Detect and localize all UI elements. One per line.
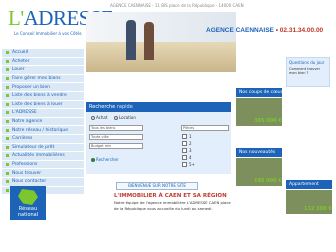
nav-item[interactable]: Nous trouver [2, 169, 84, 178]
rooms-checkbox-label: 1 [189, 134, 192, 139]
nav-item[interactable]: Proposer un bien [2, 83, 84, 92]
nav-item-label: Carrières [12, 136, 33, 142]
agency-name: AGENCE CAENNAISE • 02.31.34.00.00 [206, 27, 324, 34]
nav-item-label: Simulateur de prêt [12, 144, 55, 150]
nav-item-label: Louer [12, 67, 25, 73]
bullet-icon [6, 111, 9, 115]
bullet-icon [6, 120, 9, 124]
top-info: AGENCE CAENNAISE - 11 BIS place de la Ré… [110, 3, 244, 8]
property-type-select[interactable]: Tous les biens [89, 125, 143, 131]
nav-item[interactable]: Liste des biens à louer [2, 100, 84, 110]
bullet-icon [6, 128, 9, 132]
rooms-checkbox[interactable] [182, 155, 187, 160]
page: L'ADRESSE Le Conseil Immobilier à vos Cô… [0, 0, 336, 252]
bullet-icon [6, 94, 9, 98]
card-price: 195 000 € [254, 178, 282, 184]
bullet-icon [6, 77, 9, 81]
card-header[interactable]: Nos coups de cœur [236, 88, 282, 97]
nav-item-label: Liste des biens à vendre [12, 93, 67, 99]
nav-item-label: L'ADRESSE [12, 110, 37, 116]
rooms-checkbox-label: 4 [189, 155, 192, 160]
nav-item-label: Notre agence [12, 119, 43, 125]
bullet-icon [6, 180, 9, 184]
nav-item[interactable]: Louer [2, 66, 84, 75]
nav-item-label: Faire gérer mes biens [12, 76, 61, 82]
bullet-icon [6, 85, 9, 89]
nav-item[interactable]: Acheter [2, 57, 84, 67]
bullet-icon [6, 137, 9, 141]
nav-item-label: Nous contacter [12, 179, 47, 185]
card-header[interactable]: Nos nouveautés [236, 148, 282, 157]
bullet-icon [6, 51, 9, 55]
nav-item[interactable]: Faire gérer mes biens [2, 74, 84, 84]
nav-item-label: Accueil [12, 50, 29, 56]
rooms-checkbox[interactable] [182, 141, 187, 146]
nav-item[interactable]: Professions [2, 160, 84, 170]
card-price: 112 300 € [304, 206, 332, 212]
card-price: 385 000 € [254, 118, 282, 124]
rooms-select[interactable]: Pièces [181, 125, 229, 131]
network-sticker[interactable]: Réseau national [10, 186, 46, 220]
rooms-checkbox[interactable] [182, 134, 187, 139]
sidebar-nav: Accueil Acheter Louer Faire gérer mes biens… [2, 49, 84, 196]
bullet-icon [6, 102, 9, 106]
card-header[interactable]: Appartement [286, 180, 332, 189]
nav-item[interactable]: Simulateur de prêt [2, 143, 84, 153]
header-photo [86, 12, 236, 72]
nav-item[interactable]: Notre réseau / historique [2, 126, 84, 135]
option-rent[interactable]: Location [114, 115, 136, 120]
brand-tagline: Le Conseil Immobilier à vos Côtés [14, 31, 82, 36]
agency-phone: • 02.31.34.00.00 [275, 27, 324, 34]
nav-item-label: Actualités immobilières [12, 153, 65, 159]
bullet-icon [6, 59, 9, 63]
welcome-intro: Notre équipe de l'agence immobilière L'A… [114, 200, 231, 211]
search-title: Recherche rapide [86, 102, 231, 112]
rooms-checkbox[interactable] [182, 162, 187, 167]
nav-item[interactable]: Liste des biens à vendre [2, 91, 84, 101]
bullet-icon [6, 171, 9, 175]
nav-item[interactable]: Carrières [2, 134, 84, 144]
option-buy[interactable]: Achat [91, 115, 107, 120]
questions-title: Questions du jour [289, 60, 325, 65]
rooms-checkbox-label: 5+ [189, 162, 195, 167]
rooms-checkbox-label: 2 [189, 141, 192, 146]
nav-item-label: Notre réseau / historique [12, 127, 68, 133]
nav-item[interactable]: Actualités immobilières [2, 152, 84, 161]
nav-item-label: Liste des biens à louer [12, 101, 63, 107]
welcome-banner: BIENVENUE SUR NOTRE SITE [116, 182, 198, 190]
bullet-icon [6, 154, 9, 158]
search-button[interactable]: Rechercher [91, 157, 119, 162]
questions-panel: Questions du jour Comment trouver mon bi… [286, 57, 330, 87]
bullet-icon [6, 145, 9, 149]
bullet-icon [6, 188, 9, 192]
france-map-icon [18, 189, 38, 205]
bullet-icon [6, 163, 9, 167]
nav-item-label: Proposer un bien [12, 84, 51, 90]
nav-item-label: Nous trouver [12, 170, 42, 176]
nav-item-label: Acheter [12, 58, 30, 64]
welcome-heading: L'IMMOBILIER À CAEN ET SA RÉGION [114, 193, 227, 199]
nav-item-label: Professions [12, 162, 38, 168]
budget-select[interactable]: Budget min [89, 143, 143, 149]
question-link[interactable]: Comment trouver mon bien ? [287, 67, 329, 75]
logo[interactable]: L'ADRESSE Le Conseil Immobilier à vos Cô… [4, 6, 114, 46]
quick-search-panel: Recherche rapide Achat Location Tous les… [86, 102, 231, 174]
nav-item[interactable]: Accueil [2, 49, 84, 58]
nav-item[interactable]: L'ADRESSE [2, 109, 84, 118]
city-select[interactable]: Toute ville [89, 134, 143, 140]
rooms-checkbox[interactable] [182, 148, 187, 153]
rooms-checkbox-label: 3 [189, 148, 192, 153]
nav-item[interactable]: Notre agence [2, 117, 84, 127]
bullet-icon [6, 68, 9, 72]
